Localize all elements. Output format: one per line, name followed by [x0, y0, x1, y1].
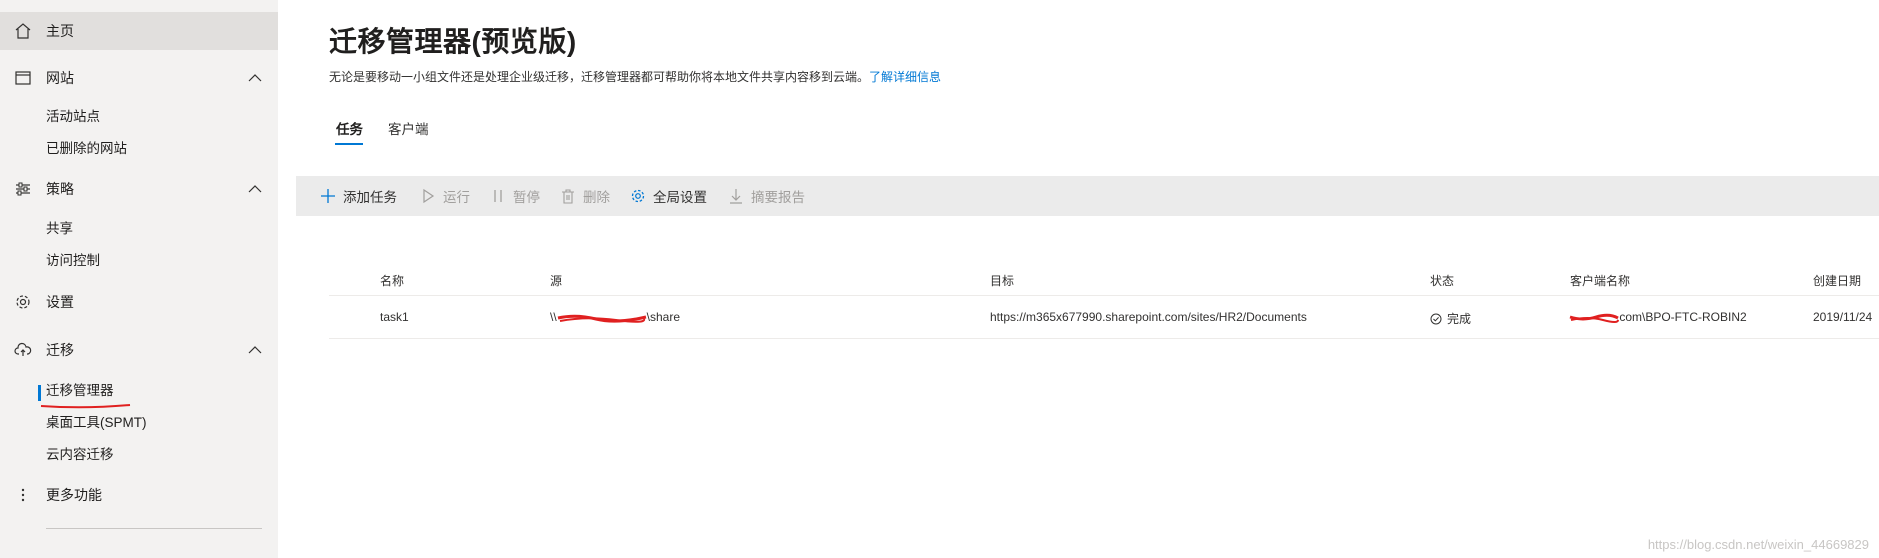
nav-settings[interactable]: 设置	[0, 283, 278, 321]
page-description: 无论是要移动一小组文件还是处理企业级迁移，迁移管理器都可帮助你将本地文件共享内容…	[329, 68, 941, 85]
client-suffix: .com\BPO-FTC-ROBIN2	[1616, 310, 1747, 324]
gear-icon	[16, 295, 30, 309]
nav-policies[interactable]: 策略	[0, 170, 278, 208]
browser-icon	[15, 71, 31, 85]
status-text: 完成	[1447, 312, 1472, 326]
cell-target: https://m365x677990.sharepoint.com/sites…	[990, 310, 1307, 324]
plus-icon	[321, 189, 335, 203]
delete-label: 删除	[583, 190, 610, 205]
nav-desktop-tool[interactable]: 桌面工具(SPMT)	[46, 408, 147, 438]
nav-sharing[interactable]: 共享	[46, 214, 73, 244]
nav-home-label: 主页	[46, 23, 74, 39]
divider	[46, 528, 262, 529]
nav-more[interactable]: 更多功能	[0, 476, 278, 514]
global-settings-label: 全局设置	[653, 190, 707, 205]
play-icon	[423, 188, 435, 204]
col-status[interactable]: 状态	[1430, 272, 1454, 289]
watermark: https://blog.csdn.net/weixin_44669829	[1647, 537, 1869, 552]
nav-migration[interactable]: 迁移	[0, 331, 278, 369]
learn-more-link[interactable]: 了解详细信息	[869, 70, 941, 84]
tab-clients[interactable]: 客户端	[388, 118, 429, 138]
header-divider	[329, 295, 1879, 296]
run-button[interactable]: 运行	[420, 176, 470, 216]
cell-created: 2019/11/24	[1813, 310, 1873, 324]
delete-button[interactable]: 删除	[560, 176, 610, 216]
nav-home[interactable]: 主页	[0, 12, 278, 50]
col-name[interactable]: 名称	[380, 272, 404, 289]
add-task-button[interactable]: 添加任务	[320, 176, 397, 216]
check-circle-icon	[1430, 313, 1442, 324]
nav-sites[interactable]: 网站	[0, 59, 278, 97]
more-vertical-icon	[21, 488, 25, 502]
gear-icon	[631, 189, 645, 203]
left-nav: 主页 网站 活动站点 已删除的网站 策略 共享 访问控制 设置 迁移 迁移管理器…	[0, 0, 278, 558]
page-title: 迁移管理器(预览版)	[329, 26, 577, 57]
tab-selected-indicator	[335, 143, 363, 145]
trash-icon	[562, 189, 574, 204]
source-suffix: \share	[646, 310, 681, 324]
command-bar: 添加任务 运行 暂停 删除 全局设置 摘要报告	[296, 176, 1879, 216]
nav-access-control[interactable]: 访问控制	[46, 246, 100, 276]
cell-status: 完成	[1430, 310, 1471, 327]
redaction-scribble	[1569, 313, 1619, 323]
nav-deleted-sites[interactable]: 已删除的网站	[46, 134, 127, 164]
col-created[interactable]: 创建日期	[1813, 272, 1861, 289]
pause-label: 暂停	[513, 190, 540, 205]
summary-report-button[interactable]: 摘要报告	[728, 176, 805, 216]
redaction-scribble	[557, 314, 647, 323]
nav-migration-label: 迁移	[46, 342, 74, 358]
chevron-up-icon[interactable]	[248, 343, 262, 357]
summary-report-label: 摘要报告	[751, 190, 805, 205]
description-text: 无论是要移动一小组文件还是处理企业级迁移，迁移管理器都可帮助你将本地文件共享内容…	[329, 70, 870, 84]
global-settings-button[interactable]: 全局设置	[630, 176, 707, 216]
sliders-icon	[16, 182, 30, 196]
nav-policies-label: 策略	[46, 181, 74, 197]
col-client-name[interactable]: 客户端名称	[1570, 272, 1630, 289]
chevron-up-icon[interactable]	[248, 71, 262, 85]
home-icon	[15, 23, 31, 39]
nav-sites-label: 网站	[46, 70, 74, 86]
pause-icon	[494, 190, 502, 202]
nav-active-sites[interactable]: 活动站点	[46, 102, 100, 132]
row-divider	[329, 338, 1879, 339]
pause-button[interactable]: 暂停	[490, 176, 540, 216]
nav-settings-label: 设置	[46, 294, 74, 310]
nav-more-label: 更多功能	[46, 487, 102, 503]
nav-cloud-migration[interactable]: 云内容迁移	[46, 440, 114, 470]
download-icon	[730, 189, 742, 204]
run-label: 运行	[443, 190, 470, 205]
col-target[interactable]: 目标	[990, 272, 1014, 289]
chevron-up-icon[interactable]	[248, 182, 262, 196]
col-source[interactable]: 源	[550, 272, 562, 289]
active-indicator	[38, 385, 41, 401]
tab-tasks[interactable]: 任务	[336, 118, 363, 138]
add-task-label: 添加任务	[343, 190, 397, 205]
cloud-upload-icon	[14, 342, 32, 356]
cell-name: task1	[380, 310, 409, 324]
